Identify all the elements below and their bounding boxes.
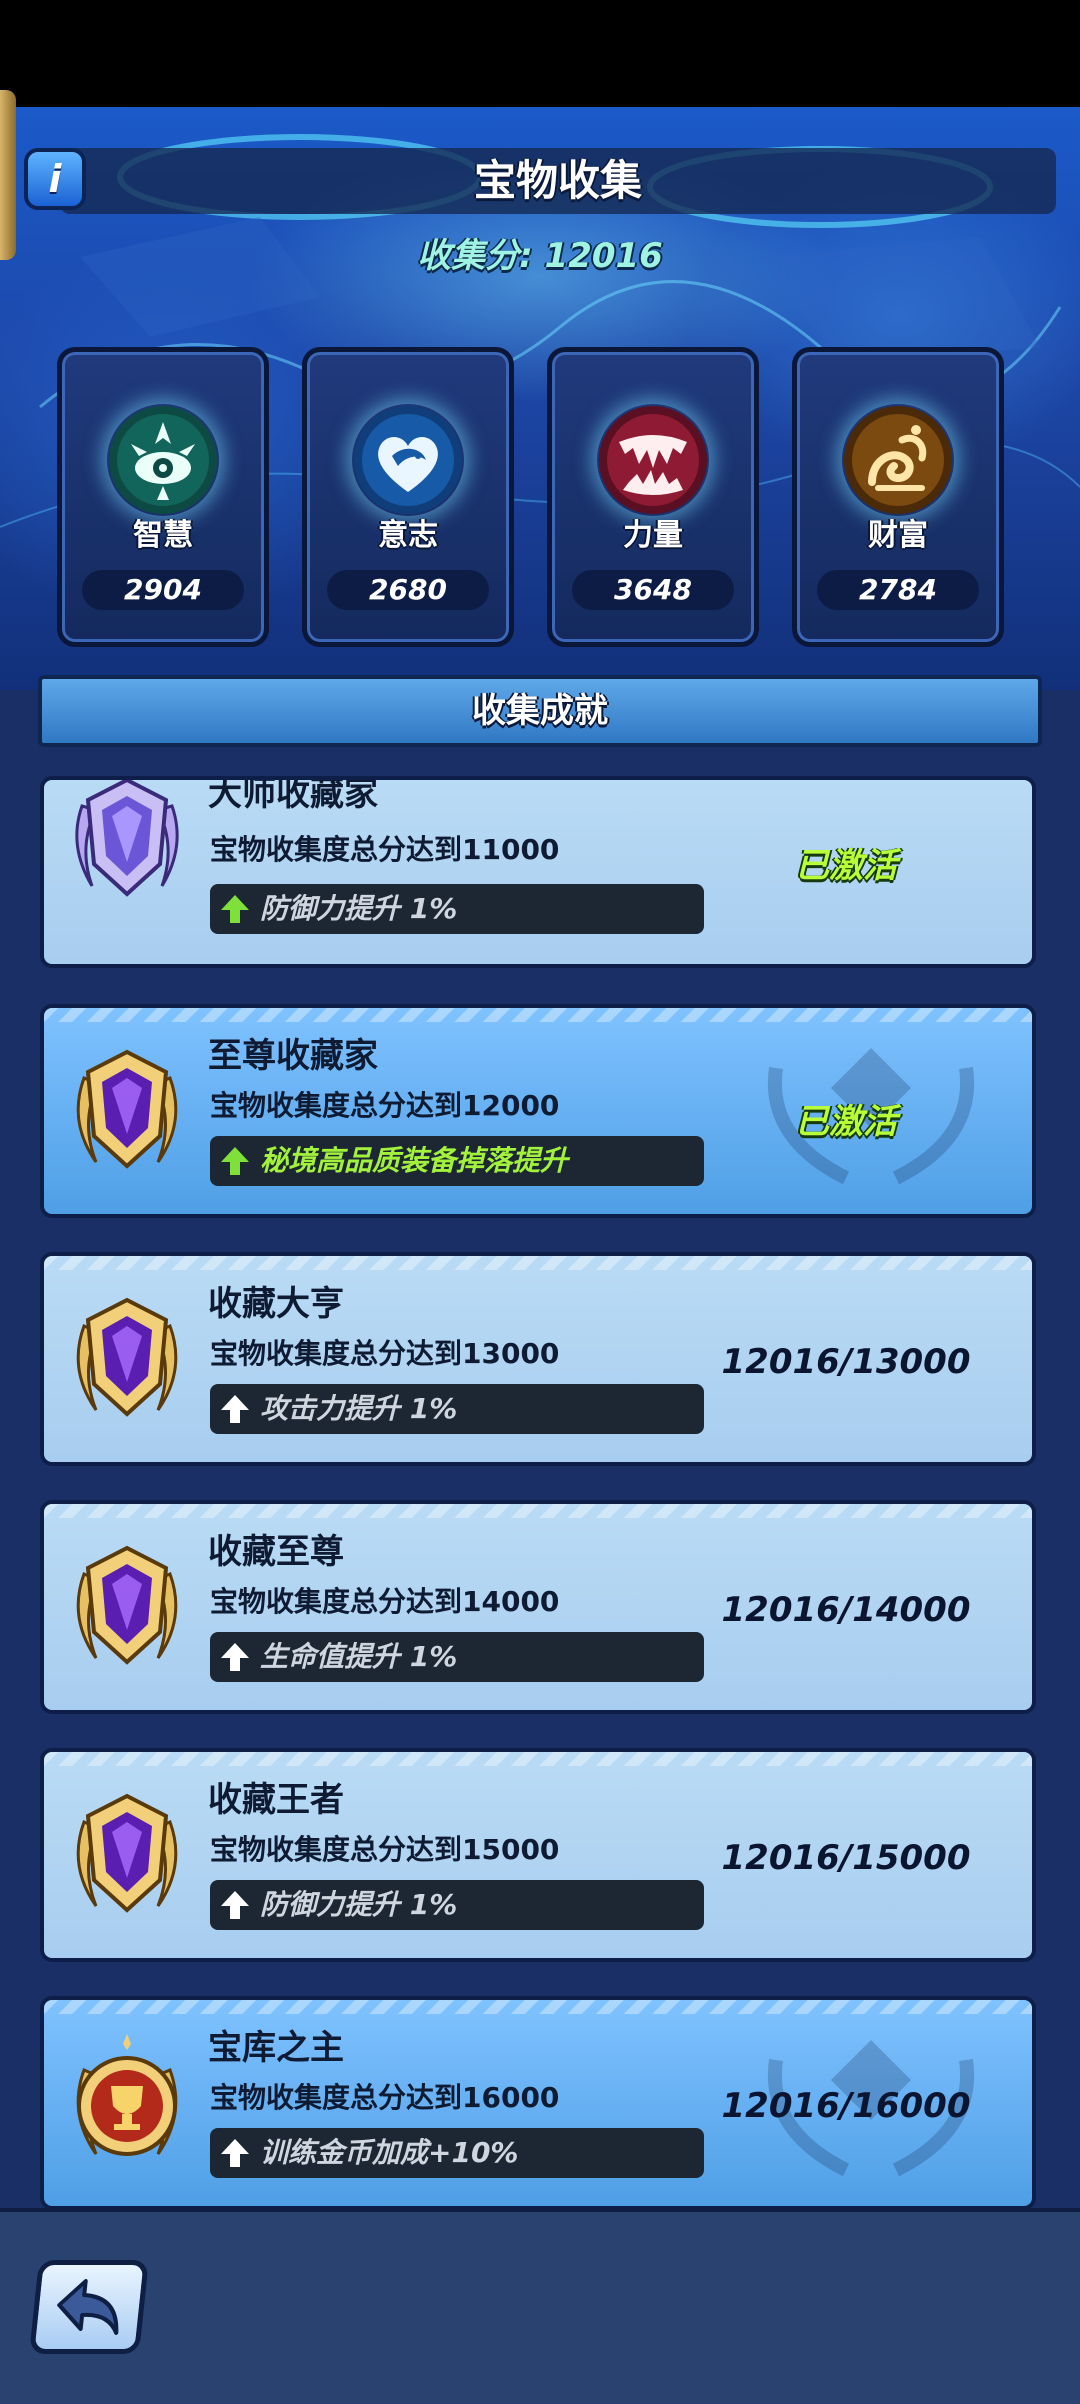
stat-name: 智慧	[133, 518, 193, 553]
status-bar-area	[0, 0, 1080, 107]
progress-text: 12016/13000	[721, 1342, 971, 1382]
achievement-requirement: 宝物收集度总分达到11000	[210, 833, 560, 866]
achievement-name: 收藏大亨	[208, 1284, 344, 1324]
bonus-pill: 秘境高品质装备掉落提升	[210, 1136, 704, 1186]
bonus-text: 攻击力提升 1%	[260, 1392, 458, 1425]
bonus-pill: 训练金币加成+10%	[210, 2128, 704, 2178]
status-badge: 已激活	[795, 1102, 897, 1142]
eye-emblem-icon	[107, 404, 219, 516]
up-arrow-icon	[221, 1891, 249, 1919]
gold-shield-badge-icon	[76, 1793, 178, 1913]
up-arrow-icon	[221, 1395, 249, 1423]
list-item[interactable]: 宝库之主 宝物收集度总分达到16000 训练金币加成+10% 12016/160…	[40, 1996, 1036, 2208]
gold-shield-badge-icon	[76, 1049, 178, 1169]
achievement-name: 大师收藏家	[208, 776, 378, 814]
list-item[interactable]: 收藏王者 宝物收集度总分达到15000 防御力提升 1% 12016/15000	[40, 1748, 1036, 1962]
gold-shield-badge-icon	[76, 1545, 178, 1665]
up-arrow-icon	[221, 2139, 249, 2167]
progress-text: 12016/15000	[721, 1838, 971, 1878]
gold-shield-badge-icon	[76, 1297, 178, 1417]
achievement-name: 收藏王者	[208, 1780, 344, 1820]
list-item[interactable]: 收藏大亨 宝物收集度总分达到13000 攻击力提升 1% 12016/13000	[40, 1252, 1036, 1466]
stat-name: 力量	[623, 518, 683, 553]
bonus-pill: 攻击力提升 1%	[210, 1384, 704, 1434]
bonus-pill: 防御力提升 1%	[210, 884, 704, 934]
stat-card-wealth[interactable]: 财富 2784	[792, 347, 1004, 647]
achievement-requirement: 宝物收集度总分达到15000	[210, 1833, 560, 1866]
achievement-list[interactable]: 大师收藏家 宝物收集度总分达到11000 防御力提升 1% 已激活 至尊收藏家 …	[0, 690, 1080, 2208]
up-arrow-icon	[221, 1147, 249, 1175]
gold-trophy-badge-icon	[76, 2034, 178, 2156]
info-button[interactable]: i	[24, 148, 86, 210]
bonus-text: 防御力提升 1%	[260, 892, 458, 925]
list-item[interactable]: 至尊收藏家 宝物收集度总分达到12000 秘境高品质装备掉落提升 已激活	[40, 1004, 1036, 1218]
section-title: 收集成就	[472, 691, 608, 731]
progress-text: 12016/16000	[721, 2086, 971, 2126]
stat-value: 2904	[82, 570, 244, 610]
stat-name: 意志	[378, 518, 438, 553]
title-bar: 宝物收集	[60, 148, 1056, 214]
fangs-icon	[597, 404, 709, 516]
page-title: 宝物收集	[473, 156, 642, 205]
stat-name: 财富	[868, 518, 928, 553]
back-button[interactable]	[29, 2260, 149, 2354]
achievement-name: 宝库之主	[208, 2028, 344, 2068]
bottom-bar	[0, 2208, 1080, 2404]
achievement-requirement: 宝物收集度总分达到12000	[210, 1089, 560, 1122]
bonus-pill: 防御力提升 1%	[210, 1880, 704, 1930]
stat-value: 2784	[817, 570, 979, 610]
progress-text: 12016/14000	[721, 1590, 971, 1630]
bonus-text: 生命值提升 1%	[260, 1640, 458, 1673]
stat-card-will[interactable]: 意志 2680	[302, 347, 514, 647]
stat-card-power[interactable]: 力量 3648	[547, 347, 759, 647]
section-header-ribbon: 收集成就	[38, 675, 1042, 747]
collection-score: 收集分: 12016	[417, 236, 663, 276]
achievement-requirement: 宝物收集度总分达到16000	[210, 2081, 560, 2114]
achievement-name: 至尊收藏家	[208, 1036, 378, 1076]
heart-serpent-icon	[352, 404, 464, 516]
status-badge: 已激活	[795, 846, 897, 886]
achievement-requirement: 宝物收集度总分达到14000	[210, 1585, 560, 1618]
back-arrow-icon	[57, 2279, 119, 2335]
gold-swirl-icon	[842, 404, 954, 516]
up-arrow-icon	[221, 895, 249, 923]
list-item[interactable]: 大师收藏家 宝物收集度总分达到11000 防御力提升 1% 已激活	[40, 776, 1036, 968]
achievement-requirement: 宝物收集度总分达到13000	[210, 1337, 560, 1370]
silver-shield-badge-icon	[75, 780, 179, 897]
stat-value: 2680	[327, 570, 489, 610]
stat-value: 3648	[572, 570, 734, 610]
bonus-text: 训练金币加成+10%	[260, 2136, 519, 2169]
bonus-text: 秘境高品质装备掉落提升	[260, 1144, 569, 1177]
list-item[interactable]: 收藏至尊 宝物收集度总分达到14000 生命值提升 1% 12016/14000	[40, 1500, 1036, 1714]
up-arrow-icon	[221, 1643, 249, 1671]
bonus-pill: 生命值提升 1%	[210, 1632, 704, 1682]
info-icon: i	[48, 157, 62, 201]
bonus-text: 防御力提升 1%	[260, 1888, 458, 1921]
achievement-name: 收藏至尊	[208, 1532, 344, 1572]
stat-card-wisdom[interactable]: 智慧 2904	[57, 347, 269, 647]
